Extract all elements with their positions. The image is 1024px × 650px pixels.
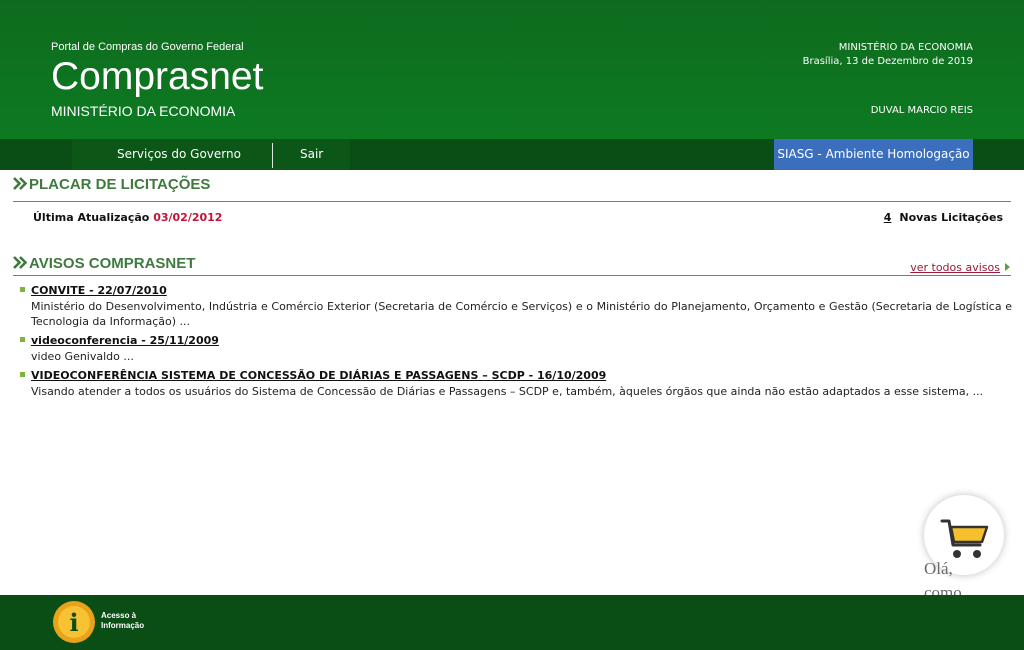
acesso-line-2: Informação <box>101 621 145 630</box>
avisos-rule <box>13 275 1011 276</box>
arrow-right-icon <box>1005 263 1010 271</box>
last-update-date: 03/02/2012 <box>153 211 223 224</box>
double-chevron-icon <box>13 256 28 269</box>
header-ministry: MINISTÉRIO DA ECONOMIA <box>838 42 973 53</box>
acesso-line-1: Acesso à <box>101 611 137 620</box>
notice-item: CONVITE - 22/07/2010 Ministério do Desen… <box>20 284 1012 329</box>
placar-title-text: PLACAR DE LICITAÇÕES <box>29 176 211 193</box>
new-tenders-label: Novas Licitações <box>899 211 1003 224</box>
new-tenders: 4 Novas Licitações <box>884 211 1003 224</box>
notice-description: Visando atender a todos os usuários do S… <box>31 385 984 398</box>
shopping-cart-icon <box>940 519 989 558</box>
user-name: DUVAL MARCIO REIS <box>870 105 973 116</box>
logo-letter: i <box>69 608 78 637</box>
site-title[interactable]: Comprasnet <box>51 54 263 100</box>
acesso-informacao-logo[interactable]: i <box>52 600 96 644</box>
nav-servicos-governo[interactable]: Serviços do Governo <box>117 139 241 170</box>
double-chevron-icon <box>13 177 28 190</box>
notice-item: VIDEOCONFERÊNCIA SISTEMA DE CONCESSÃO DE… <box>20 369 1012 399</box>
new-tenders-count[interactable]: 4 <box>884 211 892 224</box>
notice-title[interactable]: VIDEOCONFERÊNCIA SISTEMA DE CONCESSÃO DE… <box>31 369 1012 383</box>
site-footer <box>0 595 1024 650</box>
nav-divider <box>272 143 273 168</box>
placar-rule <box>13 201 1011 202</box>
notice-description: Ministério do Desenvolvimento, Indústria… <box>31 300 1012 328</box>
avisos-section-title: AVISOS COMPRASNET <box>13 255 195 272</box>
environment-badge: SIASG - Ambiente Homologação <box>774 139 973 170</box>
notice-description: video Genivaldo ... <box>31 350 134 363</box>
ministry-subtitle: MINISTÉRIO DA ECONOMIA <box>51 103 236 119</box>
header-date: Brasília, 13 de Dezembro de 2019 <box>802 56 973 67</box>
last-update-label: Última Atualização <box>33 211 150 224</box>
portal-label: Portal de Compras do Governo Federal <box>51 41 244 53</box>
bullet-icon <box>20 372 25 377</box>
see-all-notices-label[interactable]: ver todos avisos <box>910 261 1000 274</box>
acesso-informacao-label[interactable]: Acesso à Informação <box>101 611 144 631</box>
last-update: Última Atualização 03/02/2012 <box>33 211 222 224</box>
bullet-icon <box>20 337 25 342</box>
placar-section-title: PLACAR DE LICITAÇÕES <box>13 176 210 193</box>
chat-greeting[interactable]: Olá, como <box>924 557 988 595</box>
avisos-title-text: AVISOS COMPRASNET <box>29 255 196 272</box>
notice-title[interactable]: CONVITE - 22/07/2010 <box>31 284 1012 298</box>
notice-title[interactable]: videoconferencia - 25/11/2009 <box>31 334 1012 348</box>
site-header: Portal de Compras do Governo Federal Com… <box>0 0 1024 139</box>
nav-sair[interactable]: Sair <box>300 139 323 170</box>
bullet-icon <box>20 287 25 292</box>
notice-item: videoconferencia - 25/11/2009 video Geni… <box>20 334 1012 364</box>
see-all-notices-link[interactable]: ver todos avisos <box>910 261 1010 274</box>
